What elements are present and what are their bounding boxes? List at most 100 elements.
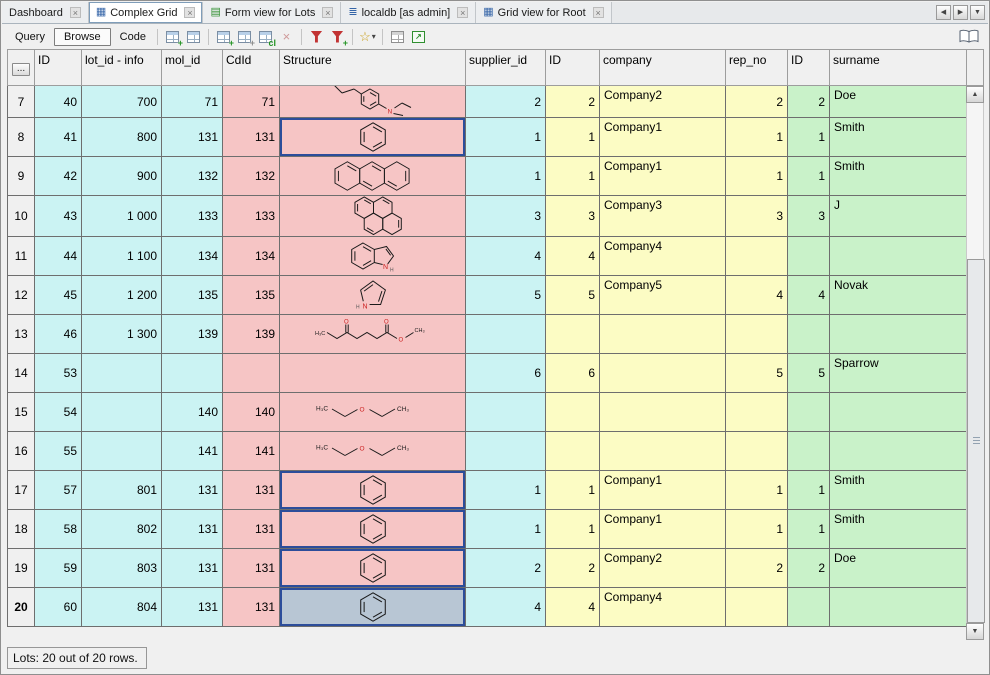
- cell-lot[interactable]: 900: [82, 157, 162, 196]
- cell-lot[interactable]: [82, 393, 162, 432]
- cell-id[interactable]: 55: [35, 432, 82, 471]
- cell-id3[interactable]: [788, 237, 830, 276]
- cell-rep[interactable]: [726, 432, 788, 471]
- cell-cdid[interactable]: 135: [223, 276, 280, 315]
- cell-id[interactable]: 41: [35, 118, 82, 157]
- cell-cdid[interactable]: 139: [223, 315, 280, 354]
- cell-supplier[interactable]: 1: [466, 510, 546, 549]
- cell-lot[interactable]: 804: [82, 588, 162, 627]
- clone-record-icon[interactable]: cl: [255, 27, 276, 47]
- cell-surname[interactable]: Doe: [830, 86, 967, 118]
- cell-id3[interactable]: 1: [788, 118, 830, 157]
- column-header-structure[interactable]: Structure: [280, 50, 466, 86]
- cell-id3[interactable]: 2: [788, 86, 830, 118]
- tab-dashboard[interactable]: Dashboard ×: [2, 2, 89, 23]
- cell-id2[interactable]: 4: [546, 588, 600, 627]
- cell-surname[interactable]: [830, 393, 967, 432]
- cell-mol[interactable]: 139: [162, 315, 223, 354]
- cell-lot[interactable]: 803: [82, 549, 162, 588]
- cell-company[interactable]: Company5: [600, 276, 726, 315]
- cell-company[interactable]: Company4: [600, 588, 726, 627]
- cell-cdid[interactable]: 141: [223, 432, 280, 471]
- cell-structure[interactable]: [280, 354, 466, 393]
- cell-mol[interactable]: 133: [162, 196, 223, 237]
- cell-id3[interactable]: [788, 315, 830, 354]
- column-header-lot[interactable]: lot_id - info: [82, 50, 162, 86]
- cell-lot[interactable]: 801: [82, 471, 162, 510]
- cell-id2[interactable]: 1: [546, 157, 600, 196]
- cell-id3[interactable]: 1: [788, 157, 830, 196]
- cell-supplier[interactable]: 4: [466, 588, 546, 627]
- cell-lot[interactable]: [82, 432, 162, 471]
- cell-lot[interactable]: 1 100: [82, 237, 162, 276]
- cell-surname[interactable]: J: [830, 196, 967, 237]
- cell-cdid[interactable]: 131: [223, 118, 280, 157]
- cell-id2[interactable]: 2: [546, 86, 600, 118]
- cell-id[interactable]: 60: [35, 588, 82, 627]
- cell-id3[interactable]: [788, 393, 830, 432]
- cell-id3[interactable]: 2: [788, 549, 830, 588]
- cell-supplier[interactable]: [466, 432, 546, 471]
- cell-surname[interactable]: Novak: [830, 276, 967, 315]
- cell-rep[interactable]: 4: [726, 276, 788, 315]
- tab-form-view-for-lots[interactable]: ▤ Form view for Lots ×: [203, 2, 341, 23]
- row-number[interactable]: 13: [8, 315, 35, 354]
- cell-id2[interactable]: 1: [546, 510, 600, 549]
- cell-rep[interactable]: [726, 237, 788, 276]
- column-header-cdid[interactable]: CdId: [223, 50, 280, 86]
- cell-supplier[interactable]: 1: [466, 471, 546, 510]
- cell-id3[interactable]: 1: [788, 510, 830, 549]
- cell-mol[interactable]: 131: [162, 471, 223, 510]
- open-grid-icon[interactable]: ↗: [408, 27, 429, 47]
- cell-cdid[interactable]: 140: [223, 393, 280, 432]
- cell-surname[interactable]: Smith: [830, 510, 967, 549]
- cell-id2[interactable]: 6: [546, 354, 600, 393]
- row-number[interactable]: 9: [8, 157, 35, 196]
- close-icon[interactable]: ×: [457, 7, 468, 18]
- cell-id3[interactable]: 5: [788, 354, 830, 393]
- cell-id3[interactable]: [788, 432, 830, 471]
- cell-cdid[interactable]: 131: [223, 549, 280, 588]
- scroll-down-button[interactable]: ▼: [966, 623, 984, 640]
- cell-id2[interactable]: 5: [546, 276, 600, 315]
- add-filter-icon[interactable]: +: [327, 27, 348, 47]
- cell-lot[interactable]: 802: [82, 510, 162, 549]
- cell-surname[interactable]: [830, 588, 967, 627]
- cell-surname[interactable]: Smith: [830, 471, 967, 510]
- cell-id[interactable]: 45: [35, 276, 82, 315]
- favorites-icon[interactable]: ☆▾: [357, 27, 378, 47]
- tab-grid-view-for-root[interactable]: ▦ Grid view for Root ×: [476, 2, 611, 23]
- cell-id[interactable]: 57: [35, 471, 82, 510]
- cell-cdid[interactable]: 132: [223, 157, 280, 196]
- cell-id3[interactable]: 4: [788, 276, 830, 315]
- cell-rep[interactable]: [726, 315, 788, 354]
- scrollbar-track[interactable]: [966, 103, 984, 623]
- row-number[interactable]: 15: [8, 393, 35, 432]
- cell-id2[interactable]: 2: [546, 549, 600, 588]
- row-number[interactable]: 20: [8, 588, 35, 627]
- cell-lot[interactable]: 800: [82, 118, 162, 157]
- cell-cdid[interactable]: [223, 354, 280, 393]
- browse-mode-button[interactable]: Browse: [54, 28, 111, 46]
- cell-id3[interactable]: [788, 588, 830, 627]
- column-header-id3[interactable]: ID: [788, 50, 830, 86]
- scrollbar-thumb[interactable]: [967, 259, 985, 623]
- append-record-icon[interactable]: +: [213, 27, 234, 47]
- cell-rep[interactable]: 1: [726, 118, 788, 157]
- cell-surname[interactable]: Smith: [830, 118, 967, 157]
- cell-structure[interactable]: [280, 196, 466, 237]
- cell-structure[interactable]: [280, 471, 466, 510]
- cell-rep[interactable]: [726, 393, 788, 432]
- cell-structure[interactable]: [280, 549, 466, 588]
- cell-supplier[interactable]: 4: [466, 237, 546, 276]
- cell-surname[interactable]: [830, 432, 967, 471]
- query-mode-button[interactable]: Query: [8, 29, 52, 45]
- column-header-surname[interactable]: surname: [830, 50, 967, 86]
- cell-id2[interactable]: [546, 432, 600, 471]
- cell-lot[interactable]: 700: [82, 86, 162, 118]
- row-number[interactable]: 14: [8, 354, 35, 393]
- scroll-up-button[interactable]: ▲: [966, 86, 984, 103]
- cell-rep[interactable]: 5: [726, 354, 788, 393]
- cell-rep[interactable]: 1: [726, 510, 788, 549]
- cell-company[interactable]: Company1: [600, 510, 726, 549]
